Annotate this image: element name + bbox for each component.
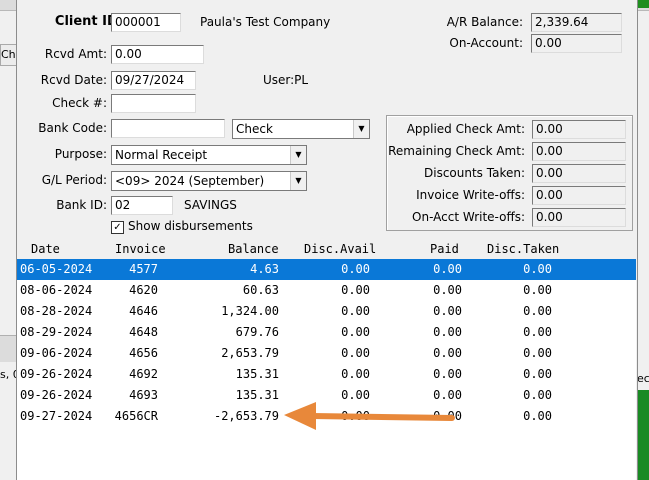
- annotation-arrow-overlay: [284, 402, 455, 430]
- arrow-icon: [284, 402, 455, 430]
